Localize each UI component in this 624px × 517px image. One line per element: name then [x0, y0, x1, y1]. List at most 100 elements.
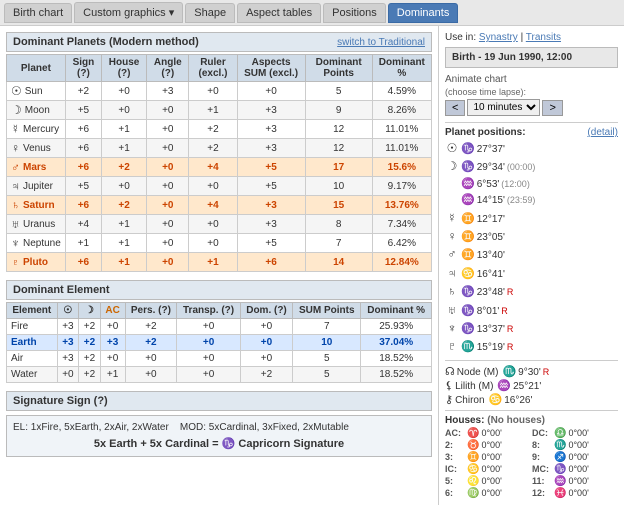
element-moon: +2 [79, 367, 101, 383]
cusp-deg: 0°00' [568, 452, 588, 462]
planet-house: +2 [102, 158, 147, 177]
planet-symbol: ☽ [11, 103, 22, 117]
element-transp: +0 [177, 319, 241, 335]
element-row: Fire +3 +2 +0 +2 +0 +0 7 25.93% [7, 319, 432, 335]
element-pct: 18.52% [361, 351, 432, 367]
cusp-label: MC: [532, 464, 552, 474]
planet-symbol: ♆ [11, 236, 20, 250]
tab-shape[interactable]: Shape [185, 3, 235, 23]
planet-pct: 11.01% [372, 139, 431, 158]
detail-link[interactable]: (detail) [587, 127, 618, 138]
node-retro: R [543, 367, 550, 377]
transits-link[interactable]: Transits [526, 32, 561, 43]
planet-symbol: ♇ [11, 255, 20, 269]
position-row: ♀ ♊ 23°05' [445, 228, 618, 245]
use-in-label: Use in: [445, 32, 476, 43]
lilith-deg: 25°21' [513, 381, 541, 392]
element-dom: +0 [240, 351, 292, 367]
tab-aspect-tables[interactable]: Aspect tables [237, 3, 321, 23]
planet-sum: 12 [305, 139, 372, 158]
tab-custom-graphics[interactable]: Custom graphics ▾ [74, 2, 183, 23]
birth-info-box: Birth - 19 Jun 1990, 12:00 [445, 47, 618, 68]
position-row: ☽ ♑ 29°34' (00:00) [445, 158, 618, 175]
cusp-deg: 0°00' [568, 488, 588, 498]
cusp-deg: 0°00' [568, 440, 588, 450]
pos-sign-sym: ♏ [461, 340, 475, 355]
cusp-deg: 0°00' [568, 428, 588, 438]
cusp-row: 11: ♒ 0°00' [532, 476, 618, 487]
tab-dominants[interactable]: Dominants [388, 3, 459, 23]
synastry-link[interactable]: Synastry [479, 32, 518, 43]
dominant-element-table: Element ☉ ☽ AC Pers. (?) Transp. (?) Dom… [6, 302, 432, 383]
col-sum: Dominant Points [305, 55, 372, 82]
planet-ruler: +0 [189, 234, 237, 253]
pos-sign-sym: ♑ [461, 160, 475, 175]
pos-deg: 29°34' [477, 161, 505, 175]
planet-name: Mercury [23, 124, 59, 135]
position-row: ♃ ♋ 16°41' [445, 265, 618, 282]
element-moon: +2 [79, 319, 101, 335]
planet-name-cell: ♄ Saturn [7, 196, 66, 215]
pos-deg: 14°15' [477, 194, 505, 208]
planet-name-cell: ☽ Moon [7, 101, 66, 120]
lilith-sym: ⚸ [445, 379, 453, 392]
tab-positions[interactable]: Positions [323, 3, 386, 23]
planet-pos-header: Planet positions: (detail) [445, 127, 618, 138]
pos-symbol: ♅ [445, 302, 459, 319]
pos-deg: 12°17' [477, 213, 505, 227]
animate-select[interactable]: 1 minute 5 minutes 10 minutes 30 minutes… [467, 99, 540, 116]
planet-aspects: +3 [237, 139, 305, 158]
planet-name-cell: ♀ Venus [7, 139, 66, 158]
pos-symbol: ♇ [445, 338, 459, 355]
tab-birth-chart[interactable]: Birth chart [4, 3, 72, 23]
houses-title: Houses: (No houses) [445, 415, 618, 426]
pos-deg: 13°40' [477, 249, 505, 263]
planet-row: ☿ Mercury +6 +1 +0 +2 +3 12 11.01% [7, 120, 432, 139]
dominant-element-header: Dominant Element [6, 280, 432, 300]
ecol-asc: AC [100, 303, 125, 319]
pos-symbol: ♆ [445, 320, 459, 337]
planet-house: +1 [102, 253, 147, 272]
planet-sign: +6 [65, 196, 101, 215]
planet-ruler: +4 [189, 196, 237, 215]
animate-prev-btn[interactable]: < [445, 100, 465, 116]
element-name: Water [7, 367, 58, 383]
planet-positions-title: Planet positions: [445, 127, 526, 138]
houses-section: Houses: (No houses) AC: ♈ 0°00' DC: ♎ 0°… [445, 415, 618, 499]
switch-to-traditional[interactable]: switch to Traditional [337, 37, 425, 48]
dominant-planets-header: Dominant Planets (Modern method) switch … [6, 32, 432, 52]
pos-symbol: ☽ [445, 158, 459, 175]
node-deg: 9°30' [518, 367, 541, 378]
planet-ruler: +2 [189, 139, 237, 158]
use-in-section: Use in: Synastry | Transits [445, 32, 618, 43]
col-pct: Dominant % [372, 55, 431, 82]
animate-next-btn[interactable]: > [542, 100, 562, 116]
element-dom: +2 [240, 367, 292, 383]
ecol-dom: Dom. (?) [240, 303, 292, 319]
element-dom: +0 [240, 335, 292, 351]
cusp-label: 3: [445, 452, 465, 462]
cusp-sym: ♈ [467, 428, 479, 439]
planet-symbol: ♃ [11, 179, 20, 193]
planet-symbol: ☉ [11, 84, 22, 98]
dominant-element-title: Dominant Element [13, 284, 110, 296]
cusp-row: 6: ♍ 0°00' [445, 488, 531, 499]
planet-row: ♂ Mars +6 +2 +0 +4 +5 17 15.6% [7, 158, 432, 177]
element-moon: +2 [79, 335, 101, 351]
planet-aspects: +3 [237, 101, 305, 120]
cusp-label: 11: [532, 476, 552, 486]
pos-deg: 15°19' [477, 341, 505, 355]
planet-name-cell: ♅ Uranus [7, 215, 66, 234]
divider-1 [445, 122, 618, 123]
planet-ruler: +0 [189, 82, 237, 101]
planet-sign: +4 [65, 215, 101, 234]
planet-row: ☽ Moon +5 +0 +0 +1 +3 9 8.26% [7, 101, 432, 120]
planet-sign: +6 [65, 139, 101, 158]
planet-name: Pluto [23, 257, 48, 268]
pos-deg: 23°05' [477, 231, 505, 245]
planet-sign: +5 [65, 177, 101, 196]
position-row: ♒ 14°15' (23:59) [445, 193, 618, 208]
cusp-label: 6: [445, 488, 465, 498]
animate-section: Animate chart (choose time lapse): < 1 m… [445, 74, 618, 116]
planet-positions-list: ☉ ♑ 27°37' ☽ ♑ 29°34' (00:00) ♒ 6°53' (1… [445, 140, 618, 356]
